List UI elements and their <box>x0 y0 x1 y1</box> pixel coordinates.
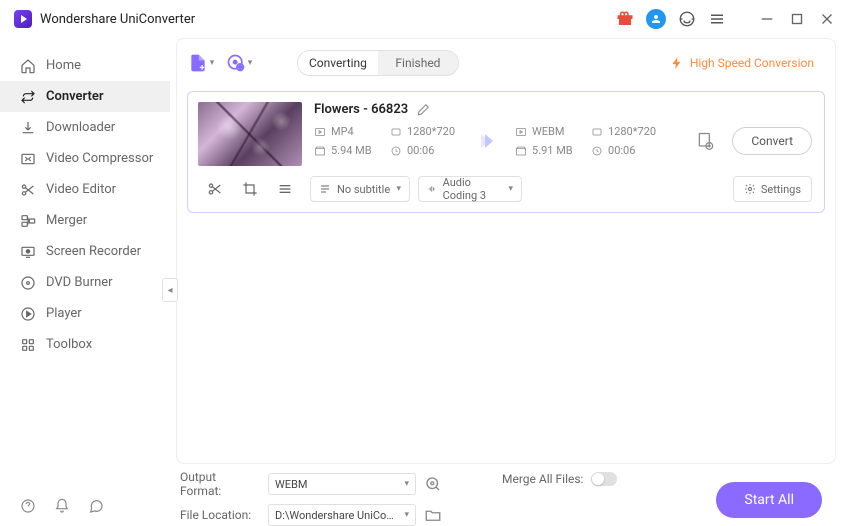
sidebar-item-home[interactable]: Home <box>0 50 170 81</box>
sidebar-item-editor[interactable]: Video Editor <box>0 174 170 205</box>
app-logo-icon <box>14 10 32 28</box>
sidebar-item-dvd[interactable]: DVD Burner <box>0 267 170 298</box>
more-icon[interactable] <box>277 181 293 197</box>
support-icon[interactable] <box>678 10 696 28</box>
bottombar: Output Format: WEBM▾ File Location: D:\W… <box>176 464 836 526</box>
app-title: Wondershare UniConverter <box>40 12 195 27</box>
audio-icon <box>427 183 437 195</box>
play-icon <box>20 306 36 322</box>
collapse-sidebar-button[interactable]: ◂ <box>162 278 178 302</box>
sidebar-item-label: DVD Burner <box>46 275 113 290</box>
merge-icon <box>20 213 36 229</box>
file-card: Flowers - 66823 MP4 1280*720 5.94 MB <box>187 91 825 213</box>
disc-icon <box>20 275 36 291</box>
help-icon[interactable] <box>20 498 36 514</box>
close-button[interactable] <box>818 10 836 28</box>
scissors-icon <box>20 182 36 198</box>
video-thumbnail[interactable] <box>198 102 302 166</box>
feedback-icon[interactable] <box>88 498 104 514</box>
audio-select[interactable]: Audio Coding 3 ▾ <box>418 176 522 202</box>
start-all-button[interactable]: Start All <box>716 482 822 518</box>
source-size: 5.94 MB <box>314 144 376 157</box>
tab-finished[interactable]: Finished <box>378 51 458 75</box>
chevron-down-icon: ▾ <box>508 184 513 194</box>
merge-toggle[interactable] <box>591 472 617 486</box>
subtitle-icon <box>319 183 331 195</box>
trim-icon[interactable] <box>207 181 223 197</box>
source-format: MP4 <box>314 125 376 138</box>
minimize-button[interactable] <box>758 10 776 28</box>
sidebar-item-label: Merger <box>46 213 87 228</box>
sidebar-item-recorder[interactable]: Screen Recorder <box>0 236 170 267</box>
convert-button[interactable]: Convert <box>732 127 812 155</box>
sidebar-item-merger[interactable]: Merger <box>0 205 170 236</box>
file-location-select[interactable]: D:\Wondershare UniConverter 1▾ <box>268 504 416 526</box>
sidebar-item-compressor[interactable]: Video Compressor <box>0 143 170 174</box>
output-settings-icon[interactable] <box>696 131 716 151</box>
add-disc-button[interactable]: + ▾ <box>225 50 253 76</box>
sidebar-item-label: Player <box>46 306 82 321</box>
sidebar-item-player[interactable]: Player <box>0 298 170 329</box>
converter-icon <box>20 89 36 105</box>
target-resolution: 1280*720 <box>591 125 656 138</box>
download-icon <box>20 120 36 136</box>
source-resolution: 1280*720 <box>390 125 455 138</box>
lightning-icon <box>670 56 684 70</box>
compress-icon <box>20 151 36 167</box>
titlebar: Wondershare UniConverter <box>0 0 850 38</box>
grid-icon <box>20 337 36 353</box>
file-title: Flowers - 66823 <box>314 102 408 117</box>
home-icon <box>20 58 36 74</box>
chevron-down-icon: ▾ <box>248 58 253 68</box>
edit-title-icon[interactable] <box>416 103 430 117</box>
gear-icon <box>744 183 756 195</box>
sidebar-item-label: Toolbox <box>46 337 92 352</box>
open-folder-icon[interactable] <box>424 506 442 524</box>
svg-text:+: + <box>199 64 204 74</box>
user-avatar-icon[interactable] <box>646 9 666 29</box>
output-format-label: Output Format: <box>180 470 260 498</box>
add-file-button[interactable]: + ▾ <box>187 50 215 76</box>
bell-icon[interactable] <box>54 498 70 514</box>
maximize-button[interactable] <box>788 10 806 28</box>
output-format-select[interactable]: WEBM▾ <box>268 473 416 495</box>
merge-label: Merge All Files: <box>502 472 583 486</box>
gift-icon[interactable] <box>616 10 634 28</box>
sidebar-item-label: Home <box>46 58 81 73</box>
tab-converting[interactable]: Converting <box>298 51 378 75</box>
settings-button[interactable]: Settings <box>733 176 812 202</box>
sidebar-item-toolbox[interactable]: Toolbox <box>0 329 170 360</box>
svg-text:+: + <box>238 63 242 72</box>
sidebar: Home Converter Downloader Video Compress… <box>0 38 170 526</box>
sidebar-item-label: Downloader <box>46 120 115 135</box>
target-format: WEBM <box>515 125 577 138</box>
chevron-down-icon: ▾ <box>396 184 401 194</box>
sidebar-item-converter[interactable]: Converter <box>0 81 170 112</box>
topbar: + ▾ + ▾ Converting Finished High Speed C… <box>177 39 835 87</box>
sidebar-item-label: Video Editor <box>46 182 116 197</box>
high-speed-button[interactable]: High Speed Conversion <box>659 51 825 75</box>
chevron-down-icon: ▾ <box>210 58 215 68</box>
sidebar-item-downloader[interactable]: Downloader <box>0 112 170 143</box>
tabs: Converting Finished <box>297 50 459 76</box>
sidebar-item-label: Screen Recorder <box>46 244 141 259</box>
file-location-label: File Location: <box>180 508 260 522</box>
crop-icon[interactable] <box>242 181 258 197</box>
sidebar-item-label: Video Compressor <box>46 151 153 166</box>
format-settings-icon[interactable] <box>424 475 442 493</box>
target-size: 5.91 MB <box>515 144 577 157</box>
sidebar-item-label: Converter <box>46 89 104 104</box>
subtitle-select[interactable]: No subtitle ▾ <box>310 176 410 202</box>
record-icon <box>20 244 36 260</box>
target-duration: 00:06 <box>591 144 653 157</box>
source-duration: 00:06 <box>390 144 452 157</box>
arrow-right-icon <box>473 129 497 153</box>
menu-icon[interactable] <box>708 10 726 28</box>
